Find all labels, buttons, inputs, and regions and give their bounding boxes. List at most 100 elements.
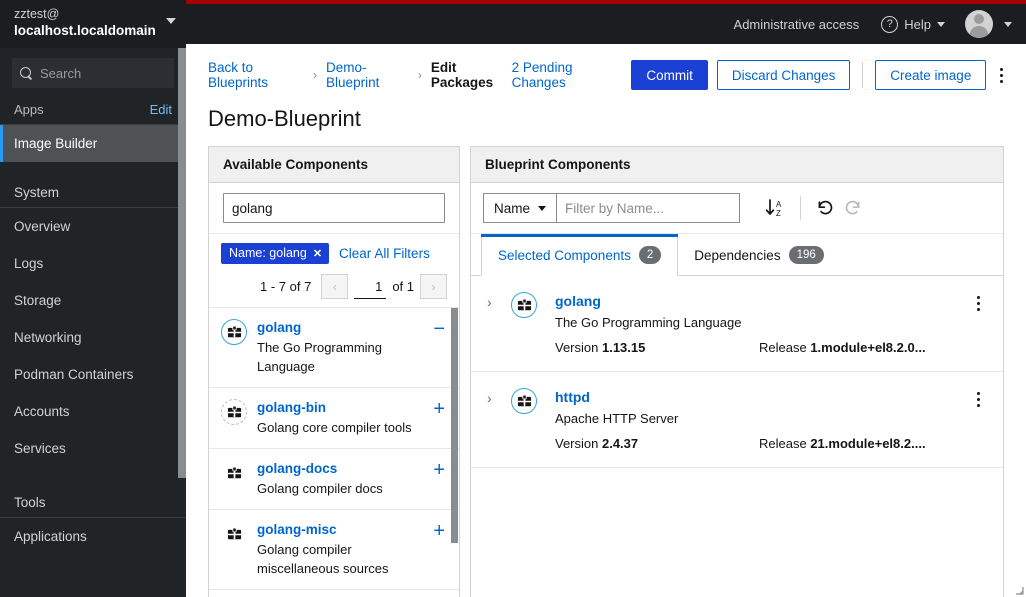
discard-changes-button[interactable]: Discard Changes — [716, 60, 851, 90]
package-icon-wrap — [511, 292, 555, 318]
search-field-wrap[interactable] — [12, 58, 174, 88]
list-item-name[interactable]: golang-bin — [257, 399, 423, 417]
pagination-next-button[interactable]: › — [420, 274, 447, 299]
sidebar-item-services[interactable]: Services — [0, 430, 186, 467]
sidebar-group-tools: Tools — [0, 485, 186, 518]
package-icon-wrap — [511, 388, 555, 414]
pending-changes-link[interactable]: 2 Pending Changes — [512, 60, 617, 90]
row-actions-kebab-icon[interactable] — [967, 292, 989, 311]
filter-chip-name[interactable]: Name: golang ✕ — [221, 243, 330, 264]
sidebar-item-label: Accounts — [14, 404, 70, 419]
administrative-access-label[interactable]: Administrative access — [734, 17, 860, 32]
release-value: 21.module+el8.2.... — [810, 436, 926, 451]
sidebar-search-wrap — [0, 48, 186, 96]
list-item-name[interactable]: golang — [257, 319, 423, 337]
tab-label: Selected Components — [498, 247, 631, 263]
list-item[interactable]: golang-docs Golang compiler docs + — [209, 449, 459, 510]
sidebar-item-overview[interactable]: Overview — [0, 208, 186, 245]
add-component-button[interactable]: + — [433, 399, 449, 419]
release-value: 1.module+el8.2.0... — [810, 340, 926, 355]
list-item[interactable]: golang-race + — [209, 590, 459, 597]
sort-az-icon[interactable]: A Z — [764, 197, 786, 219]
sidebar-body: Apps Edit Image Builder System Overview … — [0, 48, 186, 597]
tab-badge: 2 — [638, 246, 662, 264]
package-icon — [511, 388, 537, 414]
sidebar-item-accounts[interactable]: Accounts — [0, 393, 186, 430]
available-components-list: golang The Go Programming Language − gol… — [209, 308, 459, 597]
list-item-name[interactable]: golang-docs — [257, 460, 423, 478]
component-desc: Apache HTTP Server — [555, 411, 679, 426]
close-icon[interactable]: ✕ — [313, 247, 322, 260]
sidebar-item-logs[interactable]: Logs — [0, 245, 186, 282]
component-desc: The Go Programming Language — [555, 315, 742, 330]
filter-chip-row: Name: golang ✕ Clear All Filters — [209, 234, 459, 268]
clear-all-filters-link[interactable]: Clear All Filters — [339, 246, 430, 261]
sidebar-item-podman-containers[interactable]: Podman Containers — [0, 356, 186, 393]
list-item-body: golang-docs Golang compiler docs — [257, 460, 423, 498]
pagination-page-input[interactable] — [354, 274, 387, 299]
component-name[interactable]: httpd — [555, 388, 967, 407]
sidebar-item-image-builder[interactable]: Image Builder — [0, 125, 186, 162]
window-resize-handle[interactable] — [1010, 581, 1024, 595]
available-search-input[interactable] — [223, 193, 445, 223]
create-image-button[interactable]: Create image — [875, 60, 987, 90]
row-actions-kebab-icon[interactable] — [967, 388, 989, 407]
component-name[interactable]: golang — [555, 292, 967, 311]
package-icon — [221, 399, 247, 425]
add-component-button[interactable]: + — [433, 521, 449, 541]
list-item-body: golang-bin Golang core compiler tools — [257, 399, 423, 437]
table-row: › httpd Apache HTTP Server Version 2.4.3… — [471, 372, 1003, 468]
chevron-down-icon[interactable] — [166, 18, 176, 24]
sidebar-item-label: Logs — [14, 256, 44, 271]
component-meta: Version 2.4.37 Release 21.module+el8.2..… — [555, 436, 967, 451]
available-components-card: Available Components Name: golang ✕ Clea… — [208, 146, 460, 597]
remove-component-button[interactable]: − — [433, 319, 449, 339]
package-icon — [221, 319, 247, 345]
breadcrumb-demo-blueprint[interactable]: Demo-Blueprint — [326, 60, 409, 90]
sidebar-account-switcher[interactable]: zztest@ localhost.localdomain — [0, 0, 186, 48]
sidebar-apps-edit-link[interactable]: Edit — [150, 102, 172, 117]
list-item-body: golang The Go Programming Language — [257, 319, 423, 376]
list-item-name[interactable]: golang-misc — [257, 521, 423, 539]
sidebar-group-system-label: System — [14, 185, 60, 200]
available-pagination: 1 - 7 of 7 ‹ of 1 › — [209, 268, 459, 308]
component-meta: Version 1.13.15 Release 1.module+el8.2.0… — [555, 340, 967, 355]
add-component-button[interactable]: + — [433, 460, 449, 480]
more-actions-kebab-icon[interactable] — [992, 61, 1010, 89]
available-list-scrollbar[interactable] — [451, 308, 458, 543]
user-menu[interactable] — [965, 10, 1012, 38]
available-search-row — [209, 183, 459, 234]
search-input[interactable] — [40, 65, 166, 81]
expand-chevron-right-icon[interactable]: › — [487, 292, 511, 310]
pagination-count: 1 - 7 of 7 — [260, 279, 312, 294]
chevron-down-icon — [538, 205, 547, 211]
chevron-down-icon — [1004, 21, 1012, 27]
sidebar-item-storage[interactable]: Storage — [0, 282, 186, 319]
tab-selected-components[interactable]: Selected Components 2 — [481, 234, 679, 276]
filter-by-name-input[interactable] — [556, 193, 741, 223]
list-item[interactable]: golang-bin Golang core compiler tools + — [209, 388, 459, 449]
breadcrumb-back-to-blueprints[interactable]: Back to Blueprints — [208, 60, 304, 90]
expand-chevron-right-icon[interactable]: › — [487, 388, 511, 406]
sidebar-item-networking[interactable]: Networking — [0, 319, 186, 356]
release-label: Release — [759, 436, 811, 451]
filter-type-select[interactable]: Name — [483, 193, 557, 223]
redo-icon[interactable] — [843, 198, 863, 218]
list-item[interactable]: golang The Go Programming Language − — [209, 308, 459, 388]
list-item[interactable]: golang-misc Golang compiler miscellaneou… — [209, 510, 459, 590]
help-menu[interactable]: ? Help — [881, 15, 945, 33]
blueprint-components-header: Blueprint Components — [471, 147, 1003, 183]
pagination-prev-button[interactable]: ‹ — [321, 274, 349, 299]
commit-button[interactable]: Commit — [631, 60, 708, 90]
sidebar-item-applications[interactable]: Applications — [0, 518, 186, 555]
tab-dependencies[interactable]: Dependencies 196 — [678, 234, 840, 275]
list-item-desc: Golang compiler docs — [257, 481, 383, 496]
list-item-desc: The Go Programming Language — [257, 340, 382, 374]
blueprint-components-card: Blueprint Components Name A Z — [470, 146, 1004, 597]
help-icon: ? — [881, 15, 899, 33]
tab-badge: 196 — [788, 246, 824, 264]
sidebar-item-label: Networking — [14, 330, 82, 345]
sidebar-scrollbar[interactable] — [178, 48, 186, 478]
version-label: Version — [555, 436, 602, 451]
undo-icon[interactable] — [815, 198, 835, 218]
